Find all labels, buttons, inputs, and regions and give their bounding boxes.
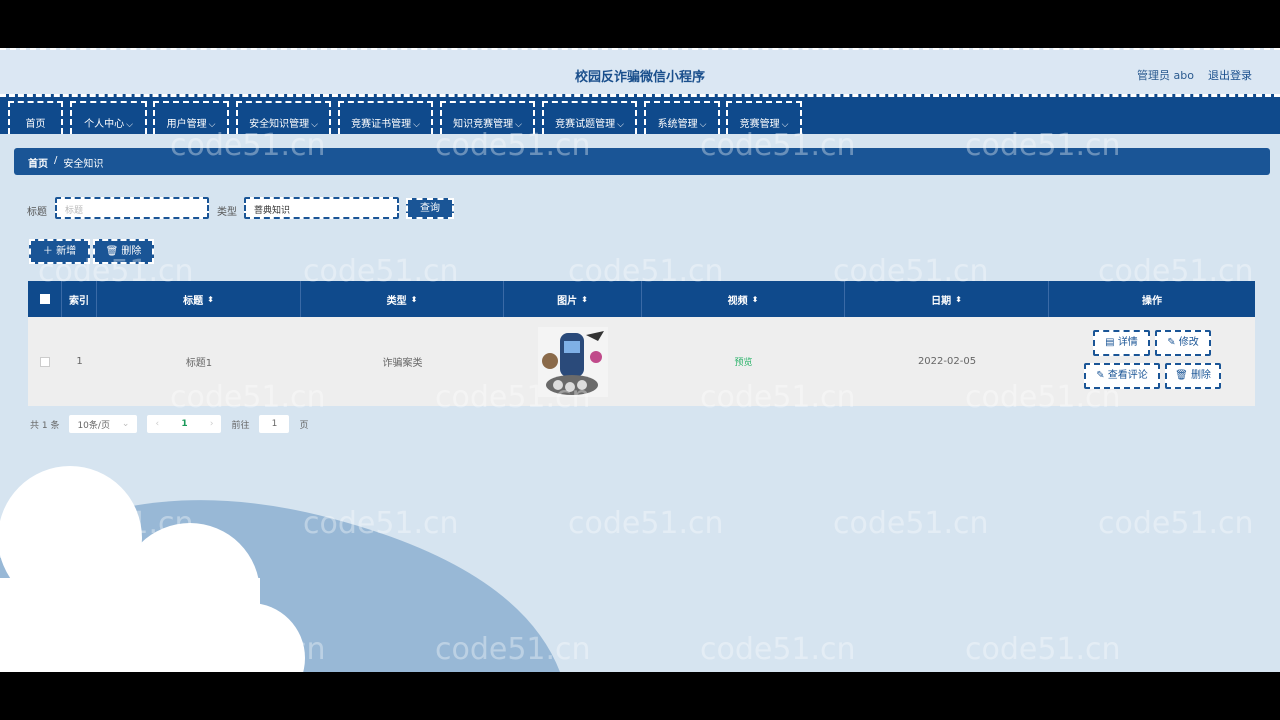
chevron-down-icon: ⌵ [413,120,420,130]
breadcrumb-home[interactable]: 首页 [28,155,48,170]
watermark: code51.cn [170,380,326,415]
row-delete-button[interactable]: 🗑 删除 [1165,363,1221,389]
watermark: code51.cn [965,632,1121,667]
type-select[interactable]: 菩典知识 [244,197,399,219]
column-header-label: 类型 [386,295,407,307]
watermark: code51.cn [435,632,591,667]
column-header-label: 日期 [931,295,952,307]
watermark: code51.cn [568,254,724,289]
watermark: code51.cn [1098,506,1254,541]
detail-button[interactable]: ▤ 详情 [1093,330,1150,356]
edit-label: 修改 [1178,337,1199,348]
row-checkbox[interactable] [28,317,62,406]
checkbox-icon [40,356,50,367]
watermark: code51.cn [568,506,724,541]
nav-item-personal-center[interactable]: 个人中心 ⌵ [70,101,147,134]
nav-item-home[interactable]: 首页 [8,101,63,134]
watermark: code51.cn [833,254,989,289]
search-button[interactable]: 查询 [406,198,454,219]
trash-icon: 🗑 [1175,370,1191,381]
top-header: 校园反诈骗微信小程序 管理员 abo 退出登录 [0,48,1280,96]
detail-label: 详情 [1117,337,1138,348]
sort-icon: ⬍ [207,294,214,304]
delete-label: 删除 [1190,370,1211,381]
watermark: code51.cn [700,128,856,163]
sort-icon: ⬍ [581,294,588,304]
nav-item-label: 系统管理 [657,119,698,130]
watermark: code51.cn [303,506,459,541]
breadcrumb-separator: / [54,155,58,166]
title-filter-label: 标题 [27,207,47,218]
chevron-down-icon: ⌵ [617,120,624,130]
watermark: code51.cn [435,128,591,163]
sort-icon: ⬍ [410,294,418,304]
watermark: code51.cn [38,254,194,289]
watermark: code51.cn [965,128,1121,163]
header-user-area: 管理员 abo 退出登录 [1137,67,1252,83]
column-header-label: 索引 [69,295,89,307]
app-title: 校园反诈骗微信小程序 [574,70,705,85]
sort-icon: ⬍ [955,294,962,304]
nav-item-label: 首页 [25,119,46,130]
edit-button[interactable]: ✎ 修改 [1155,330,1211,356]
app-window: 校园反诈骗微信小程序 管理员 abo 退出登录 首页 个人中心 ⌵ 用户管理 ⌵ 安… [0,48,1280,672]
type-filter-label: 类型 [217,207,237,218]
nav-item-certificate-management[interactable]: 竞赛证书管理 ⌵ [338,101,433,134]
logout-link[interactable]: 退出登录 [1208,67,1252,83]
column-header-label: 图片 [557,295,578,307]
column-header-label: 标题 [183,295,204,307]
nav-item-label: 个人中心 [84,119,125,130]
watermark: code51.cn [833,506,989,541]
doc-icon: ▤ [1105,337,1118,348]
watermark: code51.cn [700,632,856,667]
cell-index: 1 [76,356,83,367]
user-label[interactable]: 管理员 abo [1137,67,1194,83]
column-header-label: 操作 [1142,295,1162,307]
checkbox-icon [39,294,50,304]
watermark: code51.cn [170,128,326,163]
watermark: code51.cn [170,632,326,667]
nav-item-label: 竞赛证书管理 [351,119,412,130]
watermark: code51.cn [700,380,856,415]
watermark: code51.cn [435,380,591,415]
watermark: code51.cn [1098,254,1254,289]
column-header-label: 视频 [727,295,748,307]
watermark: code51.cn [303,254,459,289]
chevron-down-icon: ⌵ [126,120,133,130]
sort-icon: ⬍ [751,294,759,304]
breadcrumb-current: 安全知识 [63,159,104,170]
pencil-icon: ✎ [1167,337,1179,348]
title-search-input[interactable]: 标题 [55,197,209,219]
video-preview-link[interactable]: 预览 [734,355,752,368]
watermark: code51.cn [965,380,1121,415]
watermark: code51.cn [38,506,194,541]
